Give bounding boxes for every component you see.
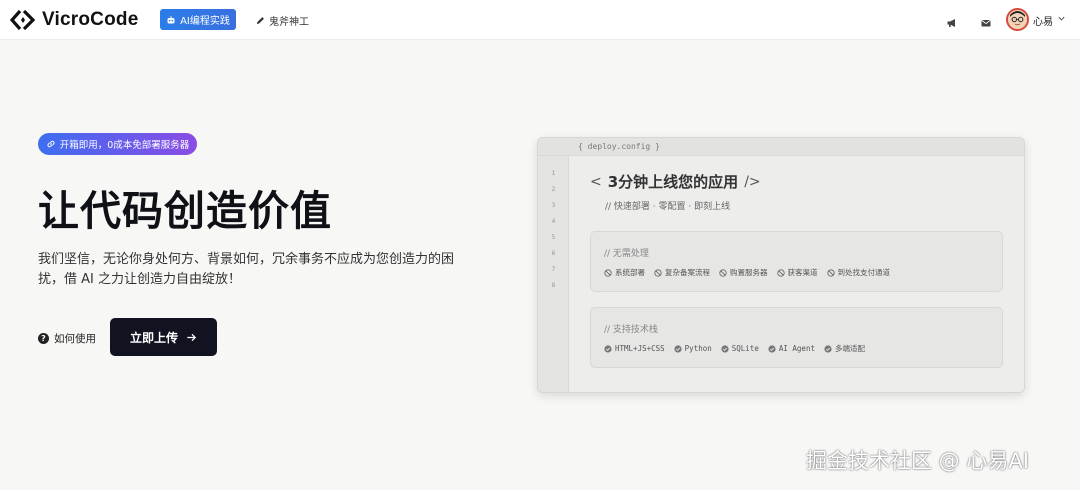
how-to-use-link[interactable]: ? 如何使用 — [38, 331, 96, 346]
hero-description: 我们坚信，无论你身处何方、背景如何，冗余事务不应成为您创造力的困扰，借 AI 之… — [38, 252, 455, 287]
user-avatar[interactable] — [1006, 8, 1029, 31]
line-number: 3 — [551, 201, 556, 209]
feature-badge-label: 开箱即用，0成本免部署服务器 — [59, 140, 190, 151]
top-nav: VicroCode AI编程实践 鬼斧神工 心易 — [0, 0, 1080, 40]
card-title: < 3分钟上线您的应用 /> — [590, 171, 761, 192]
tech-stack-item: HTML+JS+CSS — [604, 343, 665, 354]
deploy-config-card: { deploy.config } 1 2 3 4 5 6 7 8 < 3分钟上… — [537, 137, 1025, 393]
hero-title: 让代码创造价值 — [38, 187, 332, 235]
no-handle-item: 到处找支付通道 — [826, 267, 891, 278]
tech-stack-item-label: HTML+JS+CSS — [615, 344, 665, 353]
tech-stack-list: HTML+JS+CSS Python SQLite AI Agent 多端适配 — [604, 343, 865, 354]
line-number: 1 — [551, 169, 556, 177]
prohibited-icon — [776, 268, 785, 277]
nav-ai-practice-label: AI编程实践 — [180, 16, 230, 27]
brand-logo[interactable]: VicroCode — [10, 8, 138, 32]
prohibited-icon — [604, 268, 612, 277]
tech-stack-panel: // 支持技术栈 HTML+JS+CSS Python SQLite AI Ag… — [590, 307, 1003, 368]
no-handle-panel: // 无需处理 系统部署 复杂备案流程 购置服务器 获客渠道 到处找支付通道 — [590, 231, 1003, 292]
check-circle-icon — [768, 344, 776, 353]
check-circle-icon — [824, 344, 832, 353]
line-number-gutter: 1 2 3 4 5 6 7 8 — [538, 156, 569, 392]
brand-name: VicroCode — [42, 9, 139, 30]
tech-stack-item-label: 多端适配 — [834, 344, 865, 353]
card-header: { deploy.config } — [538, 138, 1024, 156]
no-handle-list: 系统部署 复杂备案流程 购置服务器 获客渠道 到处找支付通道 — [604, 267, 890, 278]
announcement-button[interactable] — [946, 14, 958, 27]
user-name[interactable]: 心易 — [1033, 13, 1053, 28]
line-number: 7 — [551, 265, 556, 273]
no-handle-item: 获客渠道 — [776, 267, 818, 278]
check-circle-icon — [674, 344, 682, 353]
line-number: 5 — [551, 233, 556, 241]
no-handle-heading: // 无需处理 — [604, 249, 649, 259]
check-circle-icon — [721, 344, 729, 353]
no-handle-item-label: 到处找支付通道 — [837, 268, 891, 277]
nav-tool-label: 鬼斧神工 — [269, 17, 309, 28]
card-title-text: 3分钟上线您的应用 — [607, 173, 739, 191]
chevron-down-icon[interactable] — [1057, 14, 1066, 23]
check-circle-icon — [604, 344, 612, 353]
line-number: 6 — [551, 249, 556, 257]
prohibited-icon — [826, 268, 835, 277]
mail-icon — [981, 20, 991, 27]
tech-stack-item-label: SQLite — [731, 344, 759, 353]
nav-ai-practice-button[interactable]: AI编程实践 — [160, 9, 236, 30]
no-handle-item-label: 复杂备案流程 — [665, 268, 710, 277]
tech-stack-item: Python — [674, 343, 712, 354]
tech-stack-item-label: Python — [684, 344, 712, 353]
upload-now-button[interactable]: 立即上传 — [110, 318, 217, 356]
pencil-icon — [256, 17, 264, 25]
tech-stack-item: 多端适配 — [824, 343, 865, 354]
no-handle-item: 复杂备案流程 — [654, 267, 710, 278]
card-file-label: { deploy.config } — [578, 142, 660, 151]
messages-button[interactable] — [980, 14, 992, 27]
link-icon — [47, 140, 55, 148]
card-subtitle: // 快速部署 · 零配置 · 即刻上线 — [605, 202, 731, 212]
tech-stack-heading: // 支持技术栈 — [604, 325, 658, 335]
megaphone-icon — [947, 19, 955, 27]
no-handle-item-label: 获客渠道 — [787, 268, 818, 277]
tech-stack-item: SQLite — [721, 343, 759, 354]
feature-badge: 开箱即用，0成本免部署服务器 — [38, 133, 197, 155]
no-handle-item: 系统部署 — [604, 267, 645, 278]
how-to-use-label: 如何使用 — [54, 333, 96, 345]
no-handle-item: 购置服务器 — [719, 267, 768, 278]
prohibited-icon — [719, 268, 727, 277]
watermark: 掘金技术社区 @ 心易AI — [806, 449, 1029, 473]
line-number: 4 — [551, 217, 556, 225]
upload-now-label: 立即上传 — [129, 330, 178, 345]
robot-icon — [167, 15, 175, 23]
title-close-bracket: /> — [744, 173, 761, 190]
tech-stack-item: AI Agent — [768, 343, 815, 354]
brand-chevrons-icon — [10, 9, 36, 31]
tech-stack-item-label: AI Agent — [778, 344, 815, 353]
no-handle-item-label: 系统部署 — [615, 268, 645, 277]
avatar-face-icon — [1008, 10, 1027, 29]
nav-tool-link[interactable]: 鬼斧神工 — [256, 13, 309, 28]
no-handle-item-label: 购置服务器 — [730, 268, 768, 277]
prohibited-icon — [654, 268, 662, 277]
line-number: 2 — [551, 185, 556, 193]
title-open-bracket: < — [590, 173, 602, 190]
question-circle-icon: ? — [38, 333, 49, 344]
arrow-right-icon — [187, 333, 197, 341]
line-number: 8 — [551, 281, 556, 289]
